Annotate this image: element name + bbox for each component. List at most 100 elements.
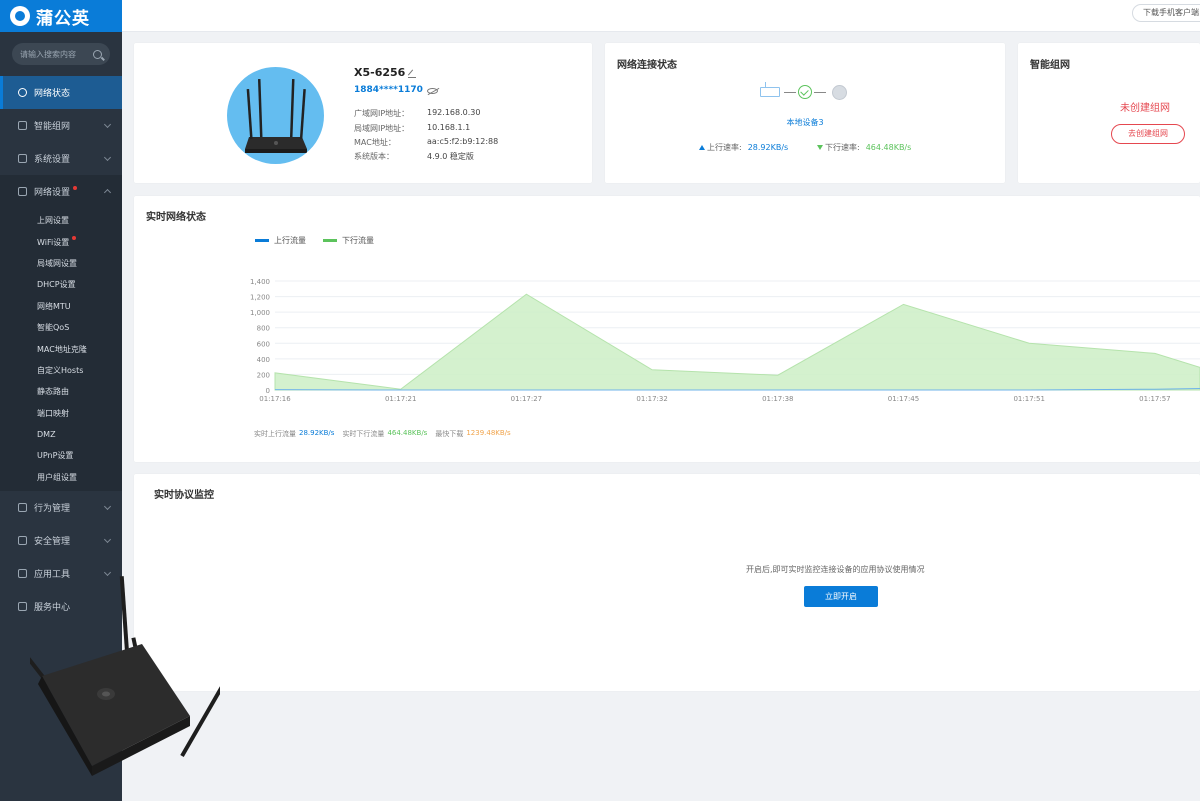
version-row: 系统版本： 4.9.0 稳定版	[354, 151, 474, 162]
x-tick-label: 01:17:51	[1013, 395, 1044, 403]
search-input[interactable]	[20, 49, 93, 59]
x-tick-label: 01:17:21	[385, 395, 416, 403]
version-value: 4.9.0 稳定版	[427, 152, 474, 161]
connection-diagram	[760, 82, 850, 103]
y-tick-label: 400	[257, 356, 270, 364]
subitem-custom-hosts[interactable]: 自定义Hosts	[0, 360, 122, 381]
sidebar-item-security-management[interactable]: 安全管理	[0, 524, 122, 557]
subitem-wifi-settings[interactable]: WiFi设置	[0, 231, 122, 252]
download-speed-value: 464.48KB/s	[865, 143, 912, 152]
sidebar-item-label: 安全管理	[34, 537, 71, 548]
subitem-mac-clone[interactable]: MAC地址克隆	[0, 338, 122, 359]
smart-mesh-card: 智能组网 未创建组网 去创建组网	[1018, 43, 1200, 183]
sidebar-item-network-status[interactable]: 网络状态	[0, 76, 122, 109]
subitem-label: 端口映射	[37, 408, 69, 418]
link-line	[814, 92, 826, 93]
brand-name: 蒲公英	[36, 8, 90, 29]
eye-off-icon[interactable]	[427, 88, 438, 94]
subitem-port-mapping[interactable]: 端口映射	[0, 403, 122, 424]
search-icon[interactable]	[93, 49, 102, 59]
device-info-card: X5-6256 1884****1170 广域网IP地址： 192.168.0.…	[134, 43, 592, 183]
subitem-label: 网络MTU	[37, 301, 71, 311]
download-series-area	[274, 293, 1200, 391]
subitem-smart-qos[interactable]: 智能QoS	[0, 317, 122, 338]
subitem-label: UPnP设置	[37, 451, 74, 461]
y-tick-label: 1,000	[250, 309, 270, 317]
create-mesh-button[interactable]: 去创建组网	[1111, 124, 1185, 144]
subitem-label: 上网设置	[37, 216, 69, 226]
protocol-description: 开启后,即可实时监控连接设备的应用协议使用情况	[746, 565, 925, 574]
stat-up-value: 28.92KB/s	[299, 429, 335, 437]
document-icon	[18, 187, 27, 196]
subitem-user-group-settings[interactable]: 用户组设置	[0, 467, 122, 488]
sidebar-item-system-settings[interactable]: 系统设置	[0, 142, 122, 175]
subitem-label: MAC地址克隆	[37, 344, 87, 354]
subitem-dmz[interactable]: DMZ	[0, 424, 122, 445]
realtime-network-card: 实时网络状态 上行流量 下行流量 0 200 400 600 800 1,000 1,200…	[134, 196, 1200, 462]
protocol-monitor-card: 实时协议监控 开启后,即可实时监控连接设备的应用协议使用情况 立即开启	[134, 474, 1200, 691]
subitem-network-mtu[interactable]: 网络MTU	[0, 296, 122, 317]
link-line	[784, 92, 796, 93]
mesh-icon	[18, 121, 27, 130]
sidebar-item-behavior-management[interactable]: 行为管理	[0, 491, 122, 524]
mesh-status: 未创建组网	[1120, 103, 1170, 114]
bound-account: 1884****1170	[354, 85, 423, 95]
wan-ip-label: 广域网IP地址：	[354, 109, 410, 118]
traffic-stats: 实时上行流量 28.92KB/s 实时下行流量 464.48KB/s 最快下载 …	[254, 429, 514, 439]
subitem-label: 静态路由	[37, 387, 69, 397]
stat-max-label: 最快下载	[435, 430, 464, 438]
edit-icon[interactable]	[408, 70, 416, 78]
y-tick-label: 800	[257, 325, 270, 333]
router-image	[227, 67, 324, 164]
subitem-label: WiFi设置	[37, 237, 70, 247]
subitem-dhcp-settings[interactable]: DHCP设置	[0, 274, 122, 295]
download-speed-label: 下行速率:	[825, 143, 860, 152]
router-icon	[760, 82, 780, 97]
sidebar-item-network-settings[interactable]: 网络设置	[0, 175, 122, 208]
x-tick-label: 01:17:57	[1139, 395, 1170, 403]
service-icon	[18, 602, 27, 612]
nav-menu: 网络状态 智能组网 系统设置 网络设置 上网设置 WiFi设置 局域网设置 DH…	[0, 76, 122, 623]
x-tick-label: 01:17:32	[636, 395, 667, 403]
subitem-label: DHCP设置	[37, 280, 76, 290]
download-app-button[interactable]: 下载手机客户端	[1132, 4, 1200, 22]
subitem-lan-settings[interactable]: 局域网设置	[0, 253, 122, 274]
behavior-icon	[18, 503, 27, 513]
chevron-down-icon	[103, 536, 112, 544]
enable-now-button[interactable]: 立即开启	[804, 586, 878, 607]
y-tick-label: 1,200	[250, 294, 270, 302]
check-circle-icon	[798, 85, 812, 99]
protocol-monitor-title: 实时协议监控	[154, 490, 214, 501]
stat-max-value: 1239.48KB/s	[466, 429, 511, 437]
upload-speed-value: 28.92KB/s	[747, 143, 789, 152]
chevron-down-icon	[103, 153, 112, 162]
network-connection-title: 网络连接状态	[617, 60, 677, 71]
upload-speed-label: 上行速率:	[707, 143, 742, 152]
subitem-upnp-settings[interactable]: UPnP设置	[0, 445, 122, 466]
wan-ip-row: 广域网IP地址： 192.168.0.30	[354, 108, 480, 119]
wan-ip-value: 192.168.0.30	[427, 108, 481, 117]
traffic-chart: 0 200 400 600 800 1,000 1,200 1,400 01:17:16 01:1…	[250, 278, 1200, 403]
dashboard-icon	[18, 88, 27, 97]
y-tick-label: 600	[257, 340, 270, 348]
version-label: 系统版本：	[354, 152, 394, 161]
top-bar: 下载手机客户端	[122, 0, 1200, 32]
chevron-up-icon	[103, 188, 112, 197]
sidebar-item-smart-mesh[interactable]: 智能组网	[0, 109, 122, 142]
subitem-label: 智能QoS	[37, 323, 70, 333]
sidebar-item-label: 智能组网	[34, 122, 71, 132]
smart-mesh-title: 智能组网	[1030, 60, 1070, 71]
local-devices-link[interactable]: 本地设备3	[605, 117, 1005, 128]
mac-label: MAC地址：	[354, 138, 396, 147]
subitem-static-route[interactable]: 静态路由	[0, 381, 122, 402]
subitem-internet-settings[interactable]: 上网设置	[0, 210, 122, 231]
chevron-down-icon	[103, 503, 112, 511]
x-tick-label: 01:17:27	[511, 395, 542, 403]
toolbox-icon	[18, 569, 27, 579]
lan-ip-row: 局域网IP地址： 10.168.1.1	[354, 123, 470, 134]
y-tick-label: 0	[266, 387, 270, 395]
brand-logo[interactable]: 蒲公英	[0, 0, 122, 32]
notification-dot	[72, 236, 77, 241]
gear-icon	[18, 154, 27, 163]
network-settings-submenu: 上网设置 WiFi设置 局域网设置 DHCP设置 网络MTU 智能QoS MAC…	[0, 208, 122, 492]
